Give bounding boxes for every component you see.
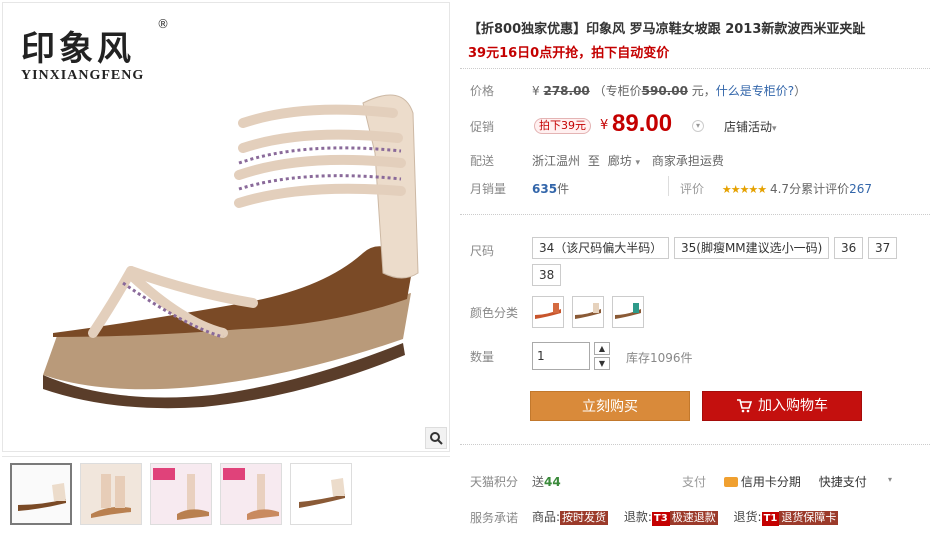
magnifier-icon <box>430 432 443 445</box>
store-activity[interactable]: 店铺活动▾ <box>724 118 777 135</box>
price-currency: ¥ <box>532 84 540 98</box>
stock-text: 库存1096件 <box>626 351 693 365</box>
rating-score: 4.7分 <box>769 182 802 196</box>
add-to-cart-label: 加入购物车 <box>758 398 828 414</box>
shipping-destination[interactable]: 廊坊 <box>608 154 632 168</box>
credit-card-installment[interactable]: 信用卡分期 <box>741 475 801 489</box>
price-row: ¥ 278.00 （专柜价590.00 元，什么是专柜价?） <box>532 82 806 99</box>
service-goods-label: 商品: <box>532 510 561 524</box>
size-option-37[interactable]: 37 <box>868 237 898 259</box>
quantity-label: 数量 <box>470 350 495 364</box>
color-swatch-red[interactable] <box>532 296 564 328</box>
points-value: 44 <box>544 475 561 489</box>
chevron-down-icon[interactable]: ▾ <box>692 120 704 132</box>
divider <box>460 214 930 215</box>
service-refund-label: 退款: <box>623 510 652 524</box>
service-return-label: 退货: <box>733 510 762 524</box>
payment-label: 支付 <box>682 475 707 489</box>
promo-label: 促销 <box>470 120 495 134</box>
product-gallery: 印象风 YINXIANGFENG ® <box>0 0 452 536</box>
cart-icon <box>737 399 752 413</box>
shipping-note: 商家承担运费 <box>651 154 724 168</box>
rating-row: 评价 ★★★★★ 4.7分累计评价267 <box>680 180 872 197</box>
return-badge-icon: T1 <box>761 512 780 526</box>
star-rating-icon: ★★★★★ <box>721 183 767 196</box>
promo-tag: 拍下39元 <box>534 118 591 134</box>
thumbnail-3[interactable] <box>150 463 212 525</box>
size-option-38[interactable]: 38 <box>532 264 562 286</box>
shipping-to-word: 至 <box>587 154 600 168</box>
add-to-cart-button[interactable]: 加入购物车 <box>702 391 862 421</box>
thumbnail-4[interactable] <box>220 463 282 525</box>
counter-suffix: 元， <box>691 84 716 98</box>
buy-now-button[interactable]: 立刻购买 <box>530 391 690 421</box>
color-swatch-green[interactable] <box>612 296 644 328</box>
thumbnail-strip <box>2 456 450 534</box>
chevron-down-icon[interactable]: ▾ <box>884 475 896 487</box>
rating-label: 评价 <box>680 182 705 196</box>
original-price: 278.00 <box>543 84 590 98</box>
quantity-input[interactable] <box>532 342 590 370</box>
points-send: 送 <box>532 475 545 489</box>
shipping-label: 配送 <box>470 154 495 168</box>
counter-price: 590.00 <box>641 84 688 98</box>
size-option-35[interactable]: 35(脚瘦MM建议选小一码) <box>674 237 830 259</box>
service-label: 服务承诺 <box>470 511 519 525</box>
color-swatch-beige[interactable] <box>572 296 604 328</box>
sales-label: 月销量 <box>470 182 507 196</box>
service-row: 商品: 按时发货 退款: T3 极速退款 退货: T1 退货保障卡 <box>532 508 839 526</box>
thumbnail-2[interactable] <box>80 463 142 525</box>
service-refund-tag[interactable]: 极速退款 <box>669 511 718 525</box>
thumbnail-1[interactable] <box>10 463 72 525</box>
service-goods-tag[interactable]: 按时发货 <box>560 511 609 525</box>
thumbnail-5[interactable] <box>290 463 352 525</box>
size-option-34[interactable]: 34（该尺码偏大半码） <box>532 237 670 259</box>
sales-count: 635 <box>532 182 558 196</box>
service-return-tag[interactable]: 退货保障卡 <box>779 511 839 525</box>
counter-close: ） <box>794 84 807 98</box>
product-title: 【折800独家优惠】印象风 罗马凉鞋女坡跟 2013新款波西米亚夹趾 <box>468 22 866 37</box>
points-row: 送44 <box>532 473 561 490</box>
counter-price-link[interactable]: 什么是专柜价? <box>716 84 794 98</box>
sandal-illustration <box>43 94 419 409</box>
reviews-label[interactable]: 累计评价 <box>801 182 849 196</box>
reviews-count[interactable]: 267 <box>849 182 872 196</box>
counter-prefix: （专柜价 <box>593 84 642 98</box>
sales-unit: 件 <box>557 182 570 196</box>
divider <box>668 176 669 196</box>
chevron-down-icon: ▾ <box>772 124 777 134</box>
product-details: 【折800独家优惠】印象风 罗马凉鞋女坡跟 2013新款波西米亚夹趾 39元16… <box>460 0 930 536</box>
price-label: 价格 <box>470 84 495 98</box>
sales-row: 635件 <box>532 180 569 197</box>
size-option-36[interactable]: 36 <box>834 237 864 259</box>
divider <box>460 68 930 69</box>
product-subtitle: 39元16日0点开抢，拍下自动变价 <box>468 46 670 61</box>
main-product-image[interactable]: 印象风 YINXIANGFENG ® <box>2 2 450 452</box>
zoom-button[interactable] <box>425 427 447 449</box>
promo-price: 89.00 <box>612 110 673 137</box>
size-label: 尺码 <box>470 244 495 258</box>
points-label: 天猫积分 <box>470 475 519 489</box>
shipping-from: 浙江温州 <box>532 154 581 168</box>
credit-card-icon <box>723 477 738 487</box>
promo-currency: ¥ <box>600 118 609 133</box>
quantity-down-button[interactable]: ▼ <box>594 357 610 370</box>
refund-badge-icon: T3 <box>651 512 670 526</box>
payment-row: 支付 信用卡分期 快捷支付 <box>682 473 867 490</box>
shipping-row: 浙江温州 至 廊坊 ▾ 商家承担运费 <box>532 152 724 169</box>
store-activity-label: 店铺活动 <box>724 120 773 134</box>
divider <box>460 444 930 445</box>
quick-pay[interactable]: 快捷支付 <box>819 475 867 489</box>
color-label: 颜色分类 <box>470 306 519 320</box>
quantity-up-button[interactable]: ▲ <box>594 342 610 355</box>
chevron-down-icon[interactable]: ▾ <box>636 158 641 168</box>
